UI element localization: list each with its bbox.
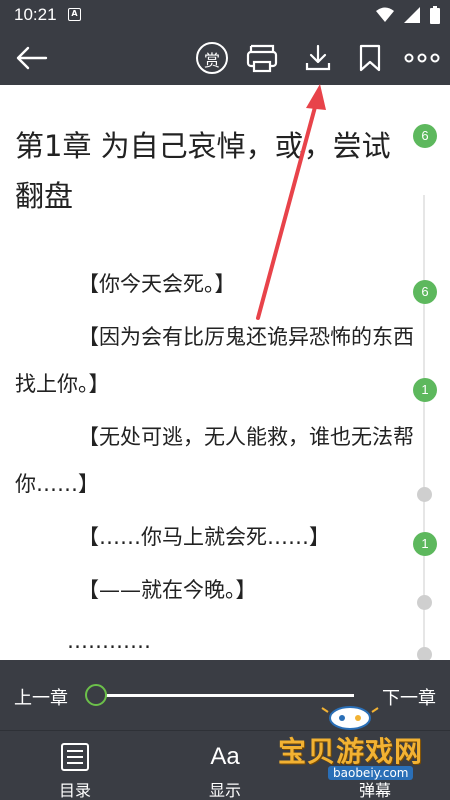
display-button[interactable]: Aa 显示 xyxy=(185,739,265,800)
reading-area[interactable]: 第1章 为自己哀悼，或，尝试翻盘 【你今天会死。】 【因为会有比厉鬼还诡异恐怖的… xyxy=(0,85,450,660)
toc-icon xyxy=(61,743,89,771)
chapter-slider-thumb[interactable] xyxy=(85,684,107,706)
comment-badge[interactable]: 1 xyxy=(413,532,437,556)
paragraph[interactable]: 【——就在今晚。】 xyxy=(15,567,415,614)
chapter-slider-track[interactable] xyxy=(96,694,354,697)
paragraph[interactable]: 【你今天会死。】 xyxy=(15,261,415,308)
paragraph[interactable]: ………… xyxy=(15,618,415,660)
watermark-text: 宝贝游戏网 xyxy=(278,735,424,768)
watermark-logo: 宝贝游戏网 baobeiy.com xyxy=(272,702,442,792)
status-time: 10:21 xyxy=(14,5,57,24)
reward-glyph: 赏 xyxy=(203,51,220,70)
prev-chapter-button[interactable]: 上一章 xyxy=(14,684,68,710)
bookmark-icon[interactable] xyxy=(352,40,388,76)
system-icons xyxy=(376,6,440,24)
comment-badge[interactable]: 6 xyxy=(413,280,437,304)
paragraph[interactable]: 【无处可逃，无人能救，谁也无法帮你……】 xyxy=(15,414,415,508)
watermark-url: baobeiy.com xyxy=(328,766,414,780)
gamepad-icon xyxy=(321,706,379,730)
paragraph[interactable]: 【因为会有比厉鬼还诡异恐怖的东西找上你。】 xyxy=(15,314,415,408)
font-icon: Aa xyxy=(210,743,240,770)
comment-badge[interactable]: 6 xyxy=(413,124,437,148)
comment-track xyxy=(423,195,425,660)
comment-dot[interactable] xyxy=(417,595,432,610)
toc-label: 目录 xyxy=(58,781,91,800)
download-icon[interactable] xyxy=(300,40,336,76)
reward-icon[interactable]: 赏 xyxy=(194,40,230,76)
notification-icon: A xyxy=(68,8,81,21)
more-icon[interactable] xyxy=(404,40,440,76)
signal-icon xyxy=(404,7,420,23)
comment-dot[interactable] xyxy=(417,487,432,502)
battery-icon xyxy=(430,6,440,24)
comment-badge[interactable]: 1 xyxy=(413,378,437,402)
display-label: 显示 xyxy=(208,781,241,800)
reader-toolbar: 赏 xyxy=(0,30,450,85)
chapter-title: 第1章 为自己哀悼，或，尝试翻盘 xyxy=(15,129,391,213)
toc-button[interactable]: 目录 xyxy=(35,739,115,800)
status-bar: 10:21 A xyxy=(0,0,450,30)
listen-icon[interactable] xyxy=(244,40,280,76)
paragraph[interactable]: 【……你马上就会死……】 xyxy=(15,514,415,561)
wifi-icon xyxy=(376,7,394,22)
comment-dot[interactable] xyxy=(417,647,432,660)
back-arrow-icon[interactable] xyxy=(14,40,50,76)
